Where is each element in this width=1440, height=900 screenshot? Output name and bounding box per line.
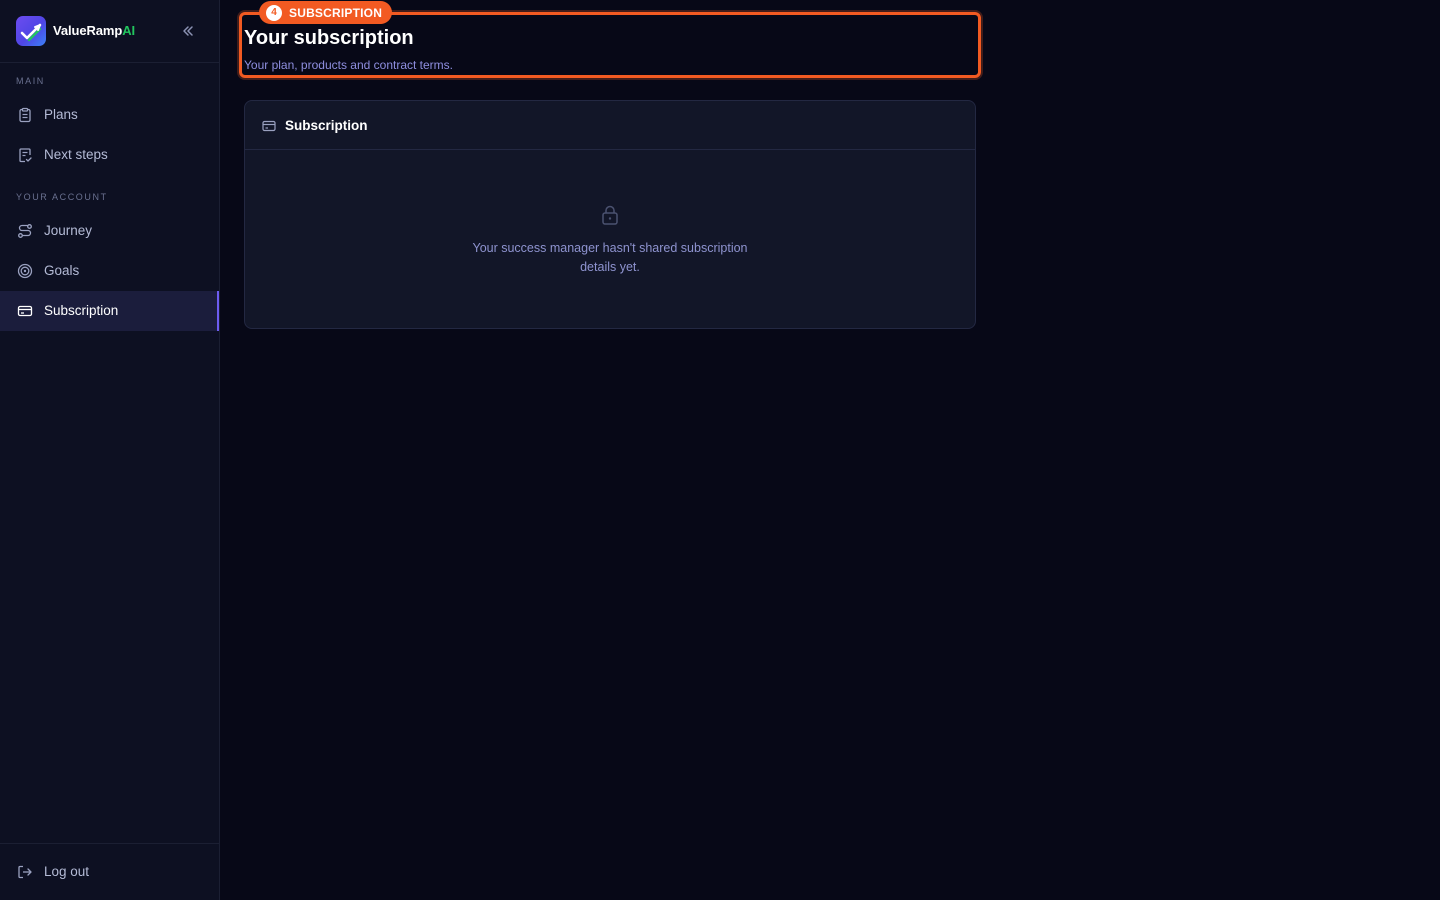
brand-name-suffix: AI <box>122 23 135 38</box>
sidebar-item-next-steps[interactable]: Next steps <box>0 135 219 175</box>
clipboard-check-icon <box>19 148 32 163</box>
clipboard-list-icon <box>19 107 31 123</box>
subscription-card: Subscription Your success manager hasn't… <box>244 100 976 329</box>
sidebar-item-journey[interactable]: Journey <box>0 211 219 251</box>
logout-label: Log out <box>44 864 90 879</box>
logout-button[interactable]: Log out <box>0 852 219 892</box>
chevrons-left-icon <box>183 26 193 36</box>
sidebar-item-label: Plans <box>44 107 78 122</box>
page-subtitle: Your plan, products and contract terms. <box>244 58 454 72</box>
brand-name: ValueRampAI <box>53 23 135 38</box>
credit-card-icon <box>262 120 276 132</box>
collapse-sidebar-button[interactable] <box>178 21 198 41</box>
sidebar-item-label: Subscription <box>44 303 119 318</box>
section-label-main: MAIN <box>16 76 45 86</box>
log-out-icon <box>18 865 32 879</box>
sidebar-item-label: Goals <box>44 263 80 278</box>
sidebar-item-label: Journey <box>44 223 93 238</box>
brand-header: ValueRampAI <box>0 0 219 63</box>
target-icon <box>17 263 33 279</box>
sidebar: ValueRampAI MAIN Plans Next steps YOUR A… <box>0 0 220 900</box>
route-icon <box>18 224 32 238</box>
card-title: Subscription <box>285 118 368 133</box>
section-label-your-account: YOUR ACCOUNT <box>16 192 108 202</box>
check-chart-logo-icon <box>16 16 46 46</box>
sidebar-item-subscription[interactable]: Subscription <box>0 291 219 331</box>
page-title: Your subscription <box>244 27 414 49</box>
tour-step-number: 4 <box>266 5 282 21</box>
card-header: Subscription <box>245 101 975 150</box>
sidebar-item-label: Next steps <box>44 147 108 162</box>
sidebar-divider <box>0 843 219 844</box>
lock-icon <box>602 205 618 225</box>
tour-step-badge: 4 SUBSCRIPTION <box>259 1 392 24</box>
app-root: ValueRampAI MAIN Plans Next steps YOUR A… <box>0 0 1440 900</box>
tour-step-label: SUBSCRIPTION <box>289 6 383 20</box>
brand-name-main: ValueRamp <box>53 23 123 38</box>
empty-state-message: Your success manager hasn't shared subsc… <box>472 241 748 274</box>
sidebar-item-plans[interactable]: Plans <box>0 95 219 135</box>
sidebar-item-goals[interactable]: Goals <box>0 251 219 291</box>
credit-card-icon <box>17 305 33 317</box>
